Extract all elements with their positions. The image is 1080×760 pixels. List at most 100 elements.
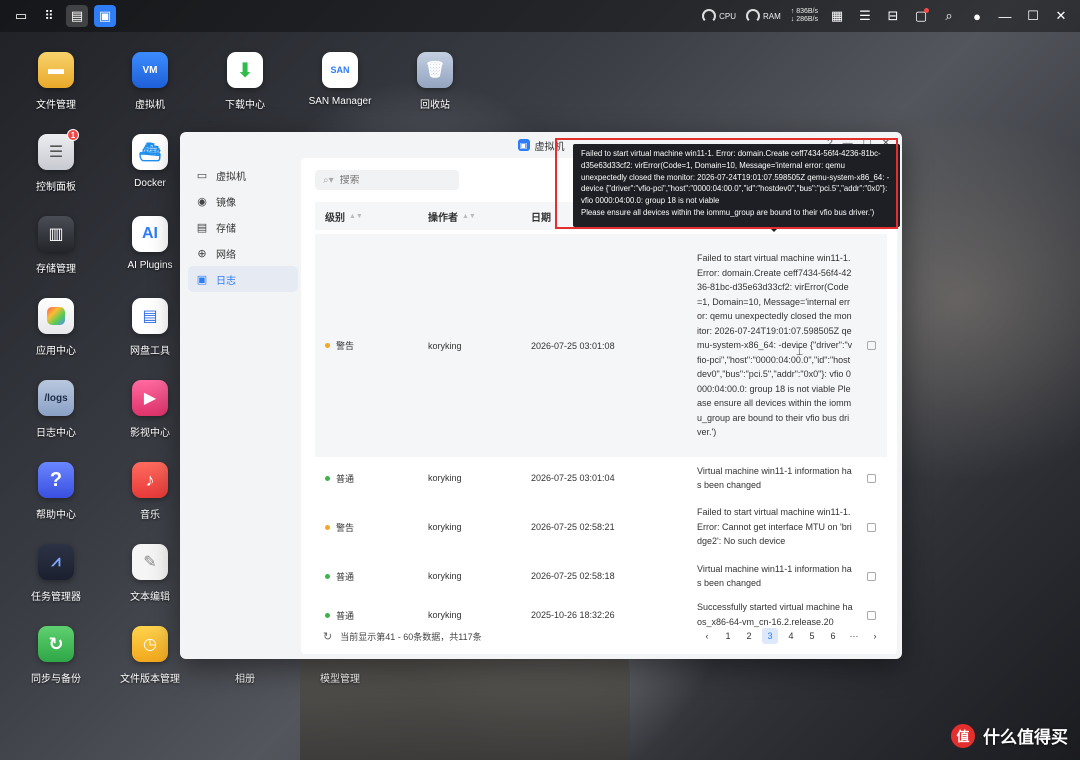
- message-cell: Failed to start virtual machine win11-1.…: [697, 253, 853, 438]
- desktop-app-downloads[interactable]: ⬇ 下载中心: [203, 52, 287, 111]
- list-icon[interactable]: ☰: [856, 7, 874, 25]
- calendar-icon[interactable]: ▦: [828, 7, 846, 25]
- app-center-icon: [38, 298, 74, 334]
- copy-icon[interactable]: [867, 341, 876, 350]
- ai-icon: AI: [132, 216, 168, 252]
- music-icon: ♪: [132, 462, 168, 498]
- app-label: AI Plugins: [127, 260, 173, 271]
- storage-icon: ▥: [38, 216, 74, 252]
- sidebar-item-storage[interactable]: ▤ 存储: [188, 214, 298, 240]
- normal-dot-icon: [325, 475, 330, 481]
- table-row[interactable]: 普通 koryking 2026-07-25 03:01:04 Virtual …: [315, 460, 887, 496]
- minimize-icon[interactable]: —: [996, 7, 1014, 25]
- copy-icon[interactable]: [867, 522, 876, 532]
- normal-dot-icon: [325, 573, 330, 579]
- app-label: 相册: [235, 674, 255, 685]
- app-label: SAN Manager: [308, 96, 372, 107]
- page-button-current[interactable]: 3: [762, 628, 778, 644]
- desktop-app-help[interactable]: ? 帮助中心: [14, 462, 98, 521]
- cpu-meter[interactable]: CPU: [702, 9, 736, 23]
- level-cell: 普通: [325, 570, 354, 583]
- app-label: 帮助中心: [36, 510, 76, 521]
- message-cell: Virtual machine win11-1 information has …: [697, 465, 852, 491]
- sidebar: ▭ 虚拟机 ◉ 镜像 ▤ 存储 ⊕ 网络 ▣ 日志: [188, 162, 298, 292]
- folder-icon: ▬: [38, 52, 74, 88]
- date-cell: 2025-10-26 18:32:26: [531, 610, 615, 620]
- task-switch-icon[interactable]: ▤: [66, 5, 88, 27]
- desktop-app-recycle-bin[interactable]: 🗑 回收站: [393, 52, 477, 111]
- date-cell: 2026-07-25 02:58:18: [531, 571, 615, 581]
- page-button[interactable]: 2: [741, 628, 757, 644]
- search-input[interactable]: [339, 174, 440, 186]
- search-icon[interactable]: ⌕: [940, 7, 958, 25]
- disc-icon: ◉: [197, 195, 207, 208]
- refresh-icon[interactable]: ↻: [323, 630, 332, 643]
- sidebar-item-network[interactable]: ⊕ 网络: [188, 240, 298, 266]
- operator-cell: koryking: [428, 610, 462, 620]
- search-box[interactable]: ⌕▾: [315, 170, 459, 190]
- page-button[interactable]: 1: [720, 628, 736, 644]
- desktop-app-app-center[interactable]: 应用中心: [14, 298, 98, 357]
- column-header-operator[interactable]: 操作者 ▲▼: [428, 209, 476, 224]
- date-cell: 2026-07-25 02:58:21: [531, 522, 615, 532]
- desktop-app-task-manager[interactable]: ⩘ 任务管理器: [14, 544, 98, 603]
- table-row[interactable]: 警告 koryking 2026-07-25 02:58:21 Failed t…: [315, 502, 887, 552]
- app-label: 同步与备份: [31, 674, 81, 685]
- page-ellipsis[interactable]: ···: [846, 628, 862, 644]
- task-manager-icon: ⩘: [38, 544, 74, 580]
- san-icon: SAN: [322, 52, 358, 88]
- sidebar-item-logs[interactable]: ▣ 日志: [188, 266, 298, 292]
- next-page-icon[interactable]: ›: [867, 628, 883, 644]
- column-header-level[interactable]: 级别 ▲▼: [325, 209, 363, 224]
- desktop-app-model-manager[interactable]: 模型管理: [298, 670, 382, 685]
- copy-icon[interactable]: [867, 571, 876, 581]
- warning-dot-icon: [325, 343, 330, 348]
- sidebar-item-label: 存储: [216, 223, 236, 235]
- app-label: 音乐: [140, 510, 160, 521]
- level-text: 普通: [336, 571, 355, 582]
- close-icon[interactable]: ✕: [1052, 7, 1070, 25]
- ram-meter[interactable]: RAM: [745, 9, 781, 23]
- desktop-app-storage[interactable]: ▥ 存储管理: [14, 216, 98, 275]
- desktop-app-control-panel[interactable]: ☰ 1 控制面板: [14, 129, 98, 193]
- level-text: 普通: [336, 473, 355, 484]
- sidebar-item-images[interactable]: ◉ 镜像: [188, 188, 298, 214]
- table-row[interactable]: 普通 koryking 2026-07-25 02:58:18 Virtual …: [315, 558, 887, 594]
- apps-grid-icon[interactable]: ⠿: [38, 5, 60, 27]
- net-up-text: ↑ 836B/s: [790, 8, 818, 15]
- page-button[interactable]: 4: [783, 628, 799, 644]
- date-cell: 2026-07-25 03:01:04: [531, 473, 615, 483]
- level-text: 警告: [336, 522, 355, 533]
- sidebar-item-vm[interactable]: ▭ 虚拟机: [188, 162, 298, 188]
- operator-cell: koryking: [428, 571, 462, 581]
- page-button[interactable]: 6: [825, 628, 841, 644]
- desktop-app-logs[interactable]: /logs 日志中心: [14, 380, 98, 439]
- pagination: ‹ 1 2 3 4 5 6 ··· ›: [699, 628, 883, 644]
- copy-icon[interactable]: [867, 473, 876, 483]
- prev-page-icon[interactable]: ‹: [699, 628, 715, 644]
- desktop-app-sync[interactable]: ↻ 同步与备份: [14, 626, 98, 685]
- help-icon: ?: [38, 462, 74, 498]
- vm-app-icon[interactable]: ▣: [94, 5, 116, 27]
- desktop-app-vm[interactable]: VM 虚拟机: [108, 52, 192, 111]
- cloud-drive-icon: ▤: [132, 298, 168, 334]
- desktop-icon[interactable]: ▭: [10, 5, 32, 27]
- app-label: Docker: [134, 178, 166, 189]
- warning-dot-icon: [325, 524, 330, 530]
- search-icon: ⌕▾: [323, 174, 334, 186]
- desktop-app-photos[interactable]: 相册: [203, 670, 287, 685]
- column-header-date[interactable]: 日期: [531, 209, 551, 224]
- page-button[interactable]: 5: [804, 628, 820, 644]
- desktop-app-files[interactable]: ▬ 文件管理: [14, 52, 98, 111]
- globe-icon: ⊕: [197, 247, 207, 260]
- copy-icon[interactable]: [867, 610, 876, 620]
- level-text: 警告: [336, 341, 355, 351]
- app-label: 存储管理: [36, 264, 76, 275]
- monitor-icon[interactable]: ⊟: [884, 7, 902, 25]
- user-icon[interactable]: ●: [968, 7, 986, 25]
- app-label: 文件版本管理: [120, 674, 180, 685]
- san-icon-text: SAN: [330, 65, 350, 75]
- chat-icon[interactable]: ▢: [912, 7, 930, 25]
- maximize-icon[interactable]: ☐: [1024, 7, 1042, 25]
- desktop-app-san-manager[interactable]: SAN SAN Manager: [298, 52, 382, 107]
